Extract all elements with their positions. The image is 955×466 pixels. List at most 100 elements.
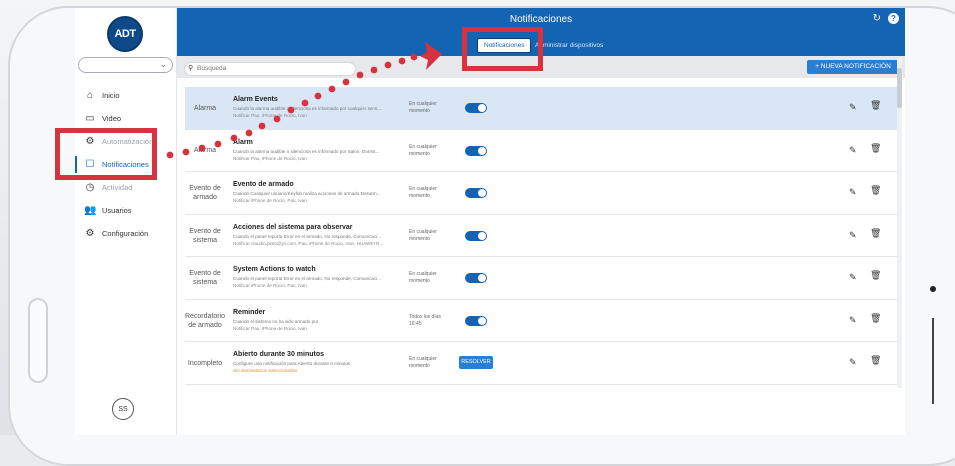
sidebar-item-label: Notificaciones [102,160,149,169]
account-select[interactable]: ⌄ [78,57,173,73]
sidebar-item-label: Automatización [102,137,154,146]
enabled-toggle[interactable] [465,188,487,198]
trash-icon[interactable]: 🗑 [870,228,881,239]
edit-icon[interactable]: ✎ [849,357,857,368]
row-name: Abierto durante 30 minutos [233,351,325,358]
row-description: Cuando el sistema no ha sido armado por [233,318,319,324]
trash-icon[interactable]: 🗑 [870,100,881,111]
row-recipients: Notificar Pau, iPhone de Rocio, Ivan [233,325,307,331]
trash-icon[interactable]: 🗑 [870,185,881,196]
row-schedule: En cualquier momento [409,271,437,284]
home-icon: ⌂ [86,90,94,101]
edit-icon[interactable]: ✎ [849,230,857,241]
row-type: Evento de armado [189,185,221,201]
row-description: Cuando Cualquier usuario/Keyfob realiza … [233,191,381,196]
trash-icon[interactable]: 🗑 [870,355,881,366]
edit-icon[interactable]: ✎ [849,315,857,326]
row-description: Configure una notificación para Abierto … [233,361,352,366]
row-description: Cuando el panel reporta Error en el arma… [233,233,382,239]
row-description: Cuando la alarma audible o silenciosa es… [233,106,382,111]
row-recipients: Notificar iPhone de Rocio, Pau, Ivan [233,198,307,203]
row-name: Acciones del sistema para observar [233,223,353,231]
tablet-device: ADT ⌄ ⌂ Inicio ▭ Video ⚙ Automatización ☐ Notif… [0,0,955,466]
trash-icon[interactable]: 🗑 [870,143,881,154]
automation-icon: ⚙ [85,136,95,147]
row-schedule: En cualquier momento [409,186,437,199]
chevron-down-icon: ⌄ [159,59,167,69]
row-recipients: Sin destinatarios seleccionados [233,368,298,373]
enabled-toggle[interactable] [465,145,487,156]
video-icon: ▭ [85,113,95,124]
row-type: Evento de sistema [189,270,221,286]
row-type: Alarma [193,104,217,112]
table-row[interactable]: Alarma Alarm Events Cuando la alarma audib… [185,87,897,130]
sidebar-item-usuarios[interactable]: 👥 Usuarios [75,199,177,222]
tablet-side-button [28,298,48,383]
page-title: Notificaciones [509,14,573,25]
activity-icon: ◷ [85,182,95,193]
search-icon: ⚲ [188,65,194,72]
row-name: Reminder [233,308,266,316]
enabled-toggle[interactable] [465,103,487,113]
sidebar-item-notificaciones[interactable]: ☐ Notificaciones [75,153,177,176]
toolbar: ⚲ Búsqueda + NUEVA NOTIFICACIÓN [177,56,905,78]
enabled-toggle[interactable] [465,273,487,283]
search-input[interactable]: ⚲ Búsqueda [184,62,356,76]
enabled-toggle[interactable] [465,230,487,241]
edit-icon[interactable]: ✎ [849,145,857,156]
sidebar-item-inicio[interactable]: ⌂ Inicio [75,84,177,107]
edit-icon[interactable]: ✎ [849,187,857,198]
new-notification-button[interactable]: + NUEVA NOTIFICACIÓN [807,60,899,74]
row-recipients: Notificar claudio.pinto@jci.com, Pau, iP… [233,240,384,246]
row-schedule: En cualquier momento [409,101,437,114]
help-icon[interactable]: ? [888,13,899,24]
settings-icon: ⚙ [85,228,95,239]
edit-icon[interactable]: ✎ [849,102,857,113]
search-placeholder: Búsqueda [197,65,227,72]
tab-administrar-dispositivos[interactable]: Administrar dispositivos [535,42,603,49]
trash-icon[interactable]: 🗑 [870,313,881,324]
table-row[interactable]: Incompleto Abierto durante 30 minutos Conf… [185,342,897,385]
notification-icon: ☐ [85,159,95,170]
sidebar-item-automatizacion[interactable]: ⚙ Automatización [75,130,177,153]
sidebar-item-label: Actividad [102,183,133,192]
edit-icon[interactable]: ✎ [849,272,857,283]
row-description: Cuando el panel reporta Error en el arma… [233,276,382,281]
row-description: Cuando la alarma audible o silenciosa es… [233,148,380,154]
row-name: Alarm Events [233,96,278,103]
sidebar-item-configuracion[interactable]: ⚙ Configuración [75,222,177,245]
sidebar-item-actividad[interactable]: ◷ Actividad [75,176,177,199]
row-schedule: En cualquier momento [409,228,437,242]
table-row[interactable]: Evento de sistema Acciones del sistema pa… [185,214,897,257]
sidebar-nav: ⌂ Inicio ▭ Video ⚙ Automatización ☐ Notificacio… [75,84,177,245]
refresh-icon[interactable]: ↻ [873,13,881,24]
tablet-camera [930,286,936,292]
avatar[interactable]: SS [112,398,134,420]
sidebar-item-label: Video [102,114,122,123]
sidebar-item-label: Configuración [102,229,149,238]
row-name: Alarm [233,138,253,146]
row-name: Evento de armado [233,181,294,188]
scrollbar[interactable] [897,58,902,388]
table-row[interactable]: Alarma Alarm Cuando la alarma audible o si… [185,129,897,172]
scrollbar-thumb[interactable] [897,68,902,108]
sidebar-item-video[interactable]: ▭ Video [75,107,177,130]
tab-notificaciones[interactable]: Notificaciones [477,38,532,53]
enabled-toggle[interactable] [465,315,487,326]
row-type: Alarma [193,147,217,154]
row-type: Evento de sistema [189,227,221,244]
notification-list: Alarma Alarm Events Cuando la alarma audib… [185,87,897,385]
table-row[interactable]: Evento de sistema System Actions to watch… [185,257,897,300]
trash-icon[interactable]: 🗑 [870,270,881,281]
sidebar: ADT ⌄ ⌂ Inicio ▭ Video ⚙ Automatización ☐ Notif… [75,8,177,435]
app-header: Notificaciones ↻ ? Notificaciones Admini… [177,8,905,56]
users-icon: 👥 [84,205,97,216]
adt-logo[interactable]: ADT [107,16,143,52]
resolve-button[interactable]: RESOLVER [459,356,493,369]
row-schedule: En cualquier momento [409,356,437,369]
sidebar-item-label: Usuarios [102,206,132,215]
logo-text: ADT [114,28,136,40]
table-row[interactable]: Evento de armado Evento de armado Cuando C… [185,172,897,215]
row-recipients: Notificar Pau, iPhone de Rocio, Ivan [233,155,307,161]
table-row[interactable]: Recordatorio de armado Reminder Cuando el … [185,299,897,342]
